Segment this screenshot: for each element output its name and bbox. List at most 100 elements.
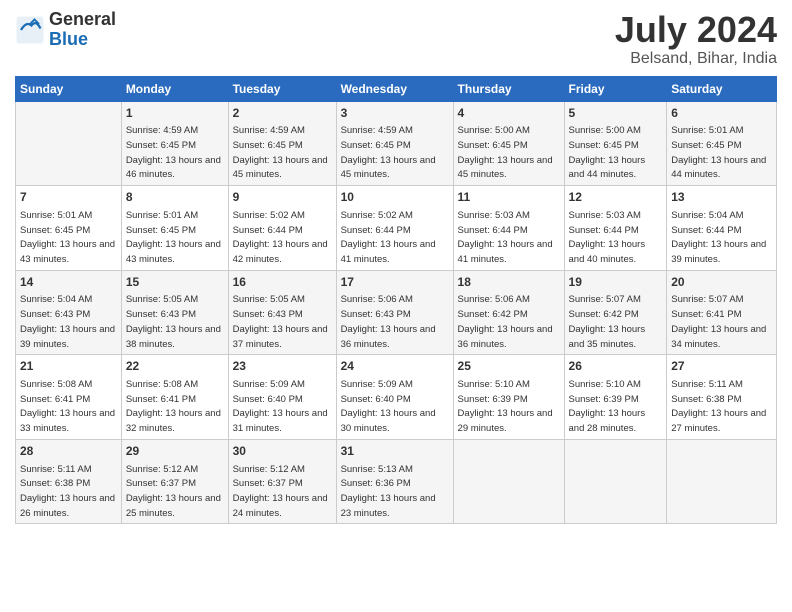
week-row-4: 21 Sunrise: 5:08 AM Sunset: 6:41 PM Dayl…	[16, 355, 777, 440]
col-tuesday: Tuesday	[228, 76, 336, 101]
sunset: Sunset: 6:36 PM	[341, 478, 411, 489]
col-saturday: Saturday	[667, 76, 777, 101]
cell-w4-d6: 27 Sunrise: 5:11 AM Sunset: 6:38 PM Dayl…	[667, 355, 777, 440]
sunrise: Sunrise: 5:07 AM	[569, 294, 641, 305]
sunrise: Sunrise: 5:03 AM	[458, 210, 530, 221]
daylight: Daylight: 13 hours and 30 minutes.	[341, 408, 436, 434]
sunrise: Sunrise: 5:11 AM	[671, 379, 743, 390]
sunset: Sunset: 6:38 PM	[671, 394, 741, 405]
day-number: 9	[233, 189, 332, 206]
logo: General Blue	[15, 10, 116, 50]
sunrise: Sunrise: 5:10 AM	[458, 379, 530, 390]
sunset: Sunset: 6:44 PM	[569, 225, 639, 236]
sunset: Sunset: 6:41 PM	[126, 394, 196, 405]
day-number: 26	[569, 358, 663, 375]
daylight: Daylight: 13 hours and 39 minutes.	[20, 324, 115, 350]
cell-w3-d0: 14 Sunrise: 5:04 AM Sunset: 6:43 PM Dayl…	[16, 270, 122, 355]
sunrise: Sunrise: 5:01 AM	[126, 210, 198, 221]
cell-w5-d5	[564, 439, 667, 524]
cell-w2-d5: 12 Sunrise: 5:03 AM Sunset: 6:44 PM Dayl…	[564, 186, 667, 271]
day-number: 16	[233, 274, 332, 291]
daylight: Daylight: 13 hours and 45 minutes.	[458, 155, 553, 181]
sunset: Sunset: 6:39 PM	[458, 394, 528, 405]
daylight: Daylight: 13 hours and 41 minutes.	[458, 239, 553, 265]
cell-w4-d4: 25 Sunrise: 5:10 AM Sunset: 6:39 PM Dayl…	[453, 355, 564, 440]
day-number: 1	[126, 105, 224, 122]
cell-w4-d0: 21 Sunrise: 5:08 AM Sunset: 6:41 PM Dayl…	[16, 355, 122, 440]
col-sunday: Sunday	[16, 76, 122, 101]
day-number: 20	[671, 274, 772, 291]
cell-w2-d2: 9 Sunrise: 5:02 AM Sunset: 6:44 PM Dayli…	[228, 186, 336, 271]
sunset: Sunset: 6:40 PM	[341, 394, 411, 405]
daylight: Daylight: 13 hours and 41 minutes.	[341, 239, 436, 265]
daylight: Daylight: 13 hours and 24 minutes.	[233, 493, 328, 519]
daylight: Daylight: 13 hours and 23 minutes.	[341, 493, 436, 519]
day-number: 29	[126, 443, 224, 460]
cell-w1-d0	[16, 101, 122, 186]
sunset: Sunset: 6:43 PM	[126, 309, 196, 320]
cell-w1-d6: 6 Sunrise: 5:01 AM Sunset: 6:45 PM Dayli…	[667, 101, 777, 186]
cell-w4-d5: 26 Sunrise: 5:10 AM Sunset: 6:39 PM Dayl…	[564, 355, 667, 440]
daylight: Daylight: 13 hours and 40 minutes.	[569, 239, 646, 265]
cell-w2-d3: 10 Sunrise: 5:02 AM Sunset: 6:44 PM Dayl…	[336, 186, 453, 271]
week-row-1: 1 Sunrise: 4:59 AM Sunset: 6:45 PM Dayli…	[16, 101, 777, 186]
sunset: Sunset: 6:44 PM	[458, 225, 528, 236]
day-number: 23	[233, 358, 332, 375]
sunrise: Sunrise: 5:04 AM	[671, 210, 743, 221]
day-number: 28	[20, 443, 117, 460]
daylight: Daylight: 13 hours and 33 minutes.	[20, 408, 115, 434]
daylight: Daylight: 13 hours and 29 minutes.	[458, 408, 553, 434]
daylight: Daylight: 13 hours and 28 minutes.	[569, 408, 646, 434]
day-number: 10	[341, 189, 449, 206]
day-number: 2	[233, 105, 332, 122]
col-thursday: Thursday	[453, 76, 564, 101]
sunset: Sunset: 6:45 PM	[671, 140, 741, 151]
cell-w1-d5: 5 Sunrise: 5:00 AM Sunset: 6:45 PM Dayli…	[564, 101, 667, 186]
day-number: 5	[569, 105, 663, 122]
sunrise: Sunrise: 5:08 AM	[20, 379, 92, 390]
sunrise: Sunrise: 5:09 AM	[341, 379, 413, 390]
sunset: Sunset: 6:41 PM	[20, 394, 90, 405]
sunset: Sunset: 6:45 PM	[126, 225, 196, 236]
cell-w1-d1: 1 Sunrise: 4:59 AM Sunset: 6:45 PM Dayli…	[121, 101, 228, 186]
title-block: July 2024 Belsand, Bihar, India	[615, 10, 777, 68]
daylight: Daylight: 13 hours and 31 minutes.	[233, 408, 328, 434]
cell-w2-d0: 7 Sunrise: 5:01 AM Sunset: 6:45 PM Dayli…	[16, 186, 122, 271]
sunrise: Sunrise: 5:10 AM	[569, 379, 641, 390]
sunrise: Sunrise: 5:07 AM	[671, 294, 743, 305]
day-number: 14	[20, 274, 117, 291]
daylight: Daylight: 13 hours and 45 minutes.	[233, 155, 328, 181]
cell-w4-d3: 24 Sunrise: 5:09 AM Sunset: 6:40 PM Dayl…	[336, 355, 453, 440]
cell-w3-d5: 19 Sunrise: 5:07 AM Sunset: 6:42 PM Dayl…	[564, 270, 667, 355]
sunset: Sunset: 6:41 PM	[671, 309, 741, 320]
sunrise: Sunrise: 5:02 AM	[233, 210, 305, 221]
col-friday: Friday	[564, 76, 667, 101]
day-number: 19	[569, 274, 663, 291]
day-number: 13	[671, 189, 772, 206]
daylight: Daylight: 13 hours and 44 minutes.	[569, 155, 646, 181]
sunrise: Sunrise: 4:59 AM	[341, 125, 413, 136]
logo-blue: Blue	[49, 30, 116, 50]
cell-w4-d1: 22 Sunrise: 5:08 AM Sunset: 6:41 PM Dayl…	[121, 355, 228, 440]
sunrise: Sunrise: 4:59 AM	[126, 125, 198, 136]
sunrise: Sunrise: 5:12 AM	[126, 464, 198, 475]
sunrise: Sunrise: 5:03 AM	[569, 210, 641, 221]
daylight: Daylight: 13 hours and 34 minutes.	[671, 324, 766, 350]
week-row-2: 7 Sunrise: 5:01 AM Sunset: 6:45 PM Dayli…	[16, 186, 777, 271]
sunset: Sunset: 6:42 PM	[569, 309, 639, 320]
cell-w3-d6: 20 Sunrise: 5:07 AM Sunset: 6:41 PM Dayl…	[667, 270, 777, 355]
cell-w2-d4: 11 Sunrise: 5:03 AM Sunset: 6:44 PM Dayl…	[453, 186, 564, 271]
day-number: 18	[458, 274, 560, 291]
daylight: Daylight: 13 hours and 27 minutes.	[671, 408, 766, 434]
sunset: Sunset: 6:45 PM	[341, 140, 411, 151]
day-number: 17	[341, 274, 449, 291]
daylight: Daylight: 13 hours and 38 minutes.	[126, 324, 221, 350]
header-row: Sunday Monday Tuesday Wednesday Thursday…	[16, 76, 777, 101]
sunset: Sunset: 6:42 PM	[458, 309, 528, 320]
sunrise: Sunrise: 5:06 AM	[458, 294, 530, 305]
sunset: Sunset: 6:39 PM	[569, 394, 639, 405]
day-number: 22	[126, 358, 224, 375]
header: General Blue July 2024 Belsand, Bihar, I…	[15, 10, 777, 68]
cell-w3-d4: 18 Sunrise: 5:06 AM Sunset: 6:42 PM Dayl…	[453, 270, 564, 355]
sunrise: Sunrise: 5:08 AM	[126, 379, 198, 390]
